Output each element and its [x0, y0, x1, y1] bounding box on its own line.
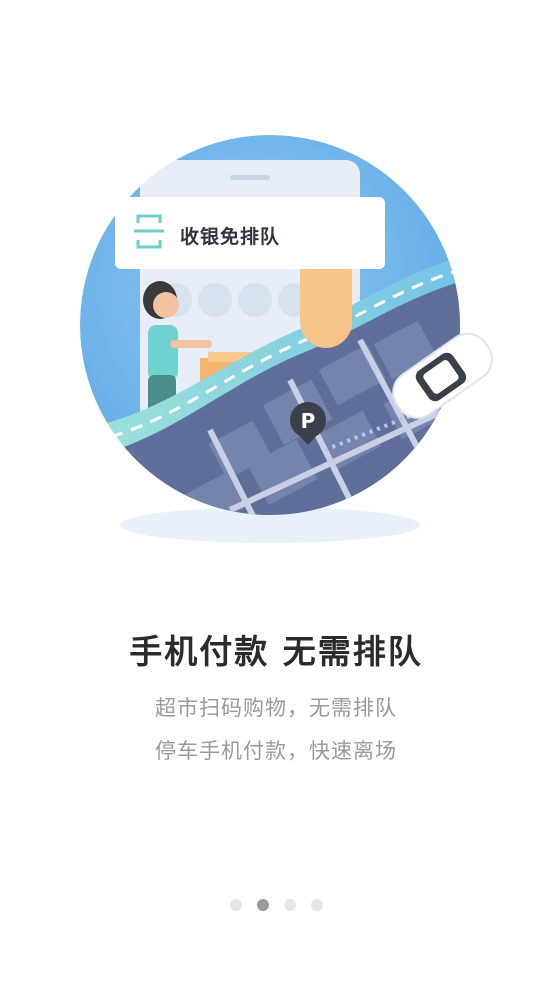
onboarding-title: 手机付款 无需排队 [129, 632, 423, 671]
page-dot-2[interactable] [256, 899, 269, 911]
page-dot-1[interactable] [229, 899, 242, 911]
page-indicator [0, 899, 552, 911]
onboarding-illustration: P [70, 130, 510, 550]
svg-text:P: P [301, 409, 316, 433]
illustration-svg: P [80, 135, 493, 543]
page-dot-3[interactable] [283, 899, 296, 911]
onboarding-subtitle-line1: 超市扫码购物，无需排队 [155, 696, 397, 720]
onboarding-subtitle-line2: 停车手机付款，快速离场 [155, 739, 397, 763]
scan-card-label: 收银免排队 [180, 226, 281, 248]
page-dot-4[interactable] [310, 899, 323, 911]
